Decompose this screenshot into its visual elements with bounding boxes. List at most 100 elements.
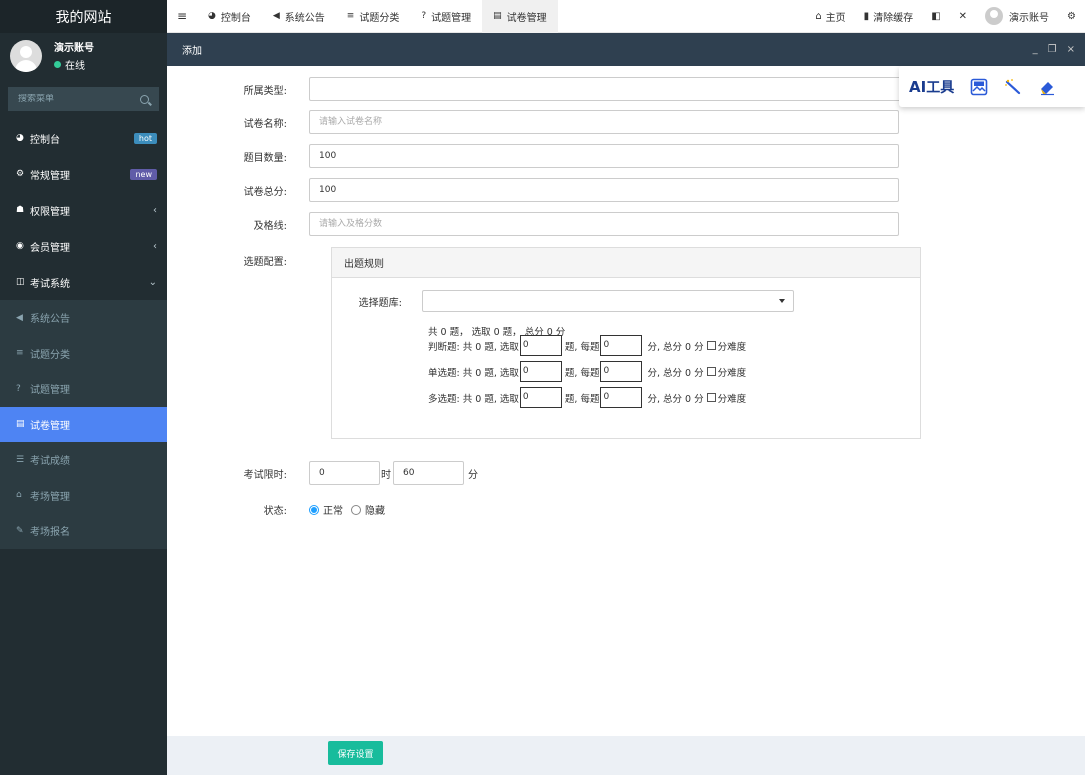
sidebar-item-grade[interactable]: ☰ 考试成绩 — [0, 442, 167, 478]
sidebar-empty-area — [0, 553, 167, 775]
close-icon[interactable]: × — [1067, 44, 1075, 55]
limit-minutes-input[interactable] — [393, 461, 464, 485]
online-dot-icon — [54, 61, 61, 68]
cogs-icon: ⚙ — [16, 169, 25, 179]
total-score-input[interactable] — [309, 178, 899, 202]
judge-difficulty-checkbox[interactable] — [706, 341, 716, 350]
pass-label: 及格线: — [253, 220, 287, 232]
home-link[interactable]: ⌂ 主页 — [806, 9, 854, 24]
sidebar-item-permission[interactable]: ☗ 权限管理 ‹ — [0, 192, 167, 228]
settings-icon[interactable]: ⚙ — [1058, 11, 1085, 22]
judge-pick-input[interactable]: 0 — [519, 335, 562, 356]
judge-score-input[interactable]: 0 — [600, 335, 643, 356]
top-navbar: ≡ ◕ 控制台 ◀ 系统公告 ≡ 试题分类 ? 试题管理 ▤ 试卷管理 ⌂ 主页… — [167, 0, 1085, 33]
rule-panel-title: 出题规则 — [332, 248, 920, 278]
maximize-icon[interactable]: ❐ — [1048, 44, 1057, 55]
hot-badge: hot — [133, 132, 157, 144]
multi-pick-input[interactable]: 0 — [519, 387, 562, 408]
sidebar-item-room[interactable]: ⌂ 考场管理 — [0, 478, 167, 514]
volume-icon: ◀ — [16, 312, 23, 323]
id-card-icon: ▤ — [16, 419, 25, 430]
align-left-icon: ≡ — [16, 348, 24, 359]
sidebar-item-signup[interactable]: ✎ 考场报名 — [0, 513, 167, 549]
multi-difficulty-checkbox[interactable] — [706, 393, 716, 402]
dashboard-icon: ◕ — [208, 11, 216, 21]
sidebar-item-dashboard[interactable]: ◕ 控制台 hot — [0, 120, 167, 156]
sidebar-item-paper[interactable]: ▤ 试卷管理 — [0, 406, 167, 442]
trash-icon: ▮ — [863, 10, 870, 22]
minimize-icon[interactable]: _ — [1033, 44, 1038, 55]
id-card-icon: ▤ — [493, 11, 502, 21]
user-circle-icon: ◉ — [16, 241, 24, 251]
sidebar-item-member[interactable]: ◉ 会员管理 ‹ — [0, 228, 167, 264]
tab-notice[interactable]: ◀ 系统公告 — [262, 0, 336, 33]
hd-image-icon[interactable] — [970, 78, 988, 96]
user-status-label: 在线 — [65, 61, 85, 72]
limit-hours-input[interactable] — [309, 461, 380, 485]
single-row: 单选题: 共 0 题, 选取 0 题, 每题 0 分, 总分 0 分 分难度 — [428, 361, 746, 382]
exam-submenu: ◀ 系统公告 ≡ 试题分类 ? 试题管理 ▤ 试卷管理 ☰ 考试成绩 ⌂ 考场管… — [0, 300, 167, 549]
question-bank-select[interactable] — [422, 290, 794, 312]
list-icon: ☰ — [16, 454, 25, 465]
rule-panel: 出题规则 选择题库: 共 0 题， 选取 0 题， 总分 0 分 判断题: 共 … — [331, 247, 921, 439]
multi-row: 多选题: 共 0 题, 选取 0 题, 每题 0 分, 总分 0 分 分难度 — [428, 387, 746, 408]
menu-toggle-icon[interactable]: ≡ — [167, 9, 197, 23]
account-menu[interactable]: 演示账号 — [976, 7, 1058, 25]
single-pick-input[interactable]: 0 — [519, 361, 562, 382]
chevron-left-icon: ‹ — [153, 204, 157, 216]
name-label: 试卷名称: — [243, 118, 287, 130]
home-icon: ⌂ — [16, 490, 22, 501]
dialog-title: 添加 — [182, 46, 202, 57]
fullscreen-icon[interactable]: ✕ — [950, 11, 976, 22]
type-row: 所属类型: — [167, 77, 909, 101]
user-name: 演示账号 — [54, 43, 94, 54]
sidebar-menu: ◕ 控制台 hot ⚙ 常规管理 new ☗ 权限管理 ‹ ◉ 会员管理 ‹ ◫… — [0, 120, 167, 549]
paper-name-input[interactable] — [309, 110, 899, 134]
sidebar-item-question[interactable]: ? 试题管理 — [0, 371, 167, 407]
clear-cache-link[interactable]: ▮ 清除缓存 — [855, 9, 923, 24]
count-row: 题目数量: — [167, 144, 899, 168]
eraser-icon[interactable] — [1038, 78, 1056, 96]
question-count-input[interactable] — [309, 144, 899, 168]
limit-row: 考试限时: 时 分 — [167, 461, 480, 485]
status-hidden-radio[interactable] — [351, 504, 361, 515]
type-select[interactable] — [309, 77, 909, 101]
sidebar-item-notice[interactable]: ◀ 系统公告 — [0, 300, 167, 336]
search-icon[interactable] — [140, 94, 149, 104]
status-normal-radio[interactable] — [309, 504, 319, 515]
form-footer: 保存设置 — [167, 736, 1085, 775]
save-button[interactable]: 保存设置 — [328, 741, 383, 765]
sidebar-item-category[interactable]: ≡ 试题分类 — [0, 336, 167, 372]
home-icon: ⌂ — [815, 10, 822, 22]
sidebar-item-exam[interactable]: ◫ 考试系统 ⌄ — [0, 264, 167, 300]
dialog-header: 添加 _ ❐ × — [167, 33, 1085, 66]
new-badge: new — [130, 168, 157, 180]
pencil-icon: ✎ — [16, 525, 24, 536]
config-row: 选题配置: — [167, 253, 309, 268]
name-row: 试卷名称: — [167, 110, 899, 134]
site-logo[interactable]: 我的网站 — [0, 0, 167, 33]
multi-score-input[interactable]: 0 — [600, 387, 643, 408]
menu-search-input[interactable] — [18, 94, 118, 104]
minute-unit: 分 — [468, 469, 478, 481]
question-circle-icon: ? — [421, 11, 427, 21]
sidebar-item-general[interactable]: ⚙ 常规管理 new — [0, 156, 167, 192]
bank-row: 选择题库: — [332, 290, 794, 312]
tab-question[interactable]: ? 试题管理 — [410, 0, 482, 33]
magic-wand-icon[interactable] — [1004, 78, 1022, 96]
single-score-input[interactable]: 0 — [600, 361, 643, 382]
sidebar: 我的网站 演示账号 在线 ◕ 控制台 hot ⚙ 常规管理 new ☗ 权限管理… — [0, 0, 167, 775]
language-icon[interactable]: ◧ — [922, 11, 949, 22]
single-difficulty-checkbox[interactable] — [706, 367, 716, 376]
type-label: 所属类型: — [243, 85, 287, 97]
dashboard-icon: ◕ — [16, 133, 24, 143]
add-paper-form: 所属类型: 试卷名称: 题目数量: 试卷总分: 及格线: 选题配置: 出题规则 … — [167, 66, 1085, 736]
judge-row: 判断题: 共 0 题, 选取 0 题, 每题 0 分, 总分 0 分 分难度 — [428, 335, 746, 356]
user-status: 在线 — [54, 57, 94, 72]
pass-score-input[interactable] — [309, 212, 899, 236]
ai-tool-button[interactable]: AI 工具 — [909, 77, 954, 97]
tab-category[interactable]: ≡ 试题分类 — [336, 0, 411, 33]
status-row: 状态: 正常 隐藏 — [167, 502, 393, 517]
tab-paper[interactable]: ▤ 试卷管理 — [482, 0, 558, 33]
tab-dashboard[interactable]: ◕ 控制台 — [197, 0, 262, 33]
